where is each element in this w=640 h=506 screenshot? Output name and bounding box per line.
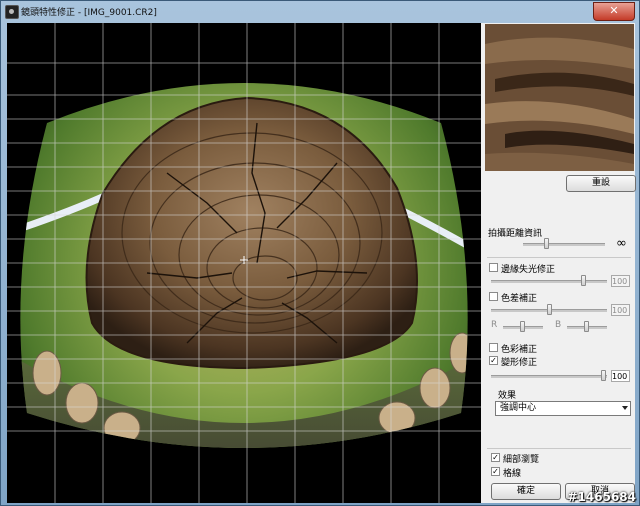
effect-label: 效果 <box>498 391 517 401</box>
distortion-track[interactable] <box>491 375 607 378</box>
peripheral-illumination-track[interactable] <box>491 280 607 283</box>
grid-checkbox[interactable]: ✓ <box>491 467 500 476</box>
checkmark-icon: ✓ <box>492 453 499 462</box>
chevron-down-icon <box>622 406 628 410</box>
distortion-checkbox[interactable]: ✓ <box>489 356 498 365</box>
fisheye-photo <box>7 23 481 503</box>
peripheral-illumination-value[interactable]: 100 <box>611 275 630 287</box>
chromatic-aberration-checkbox[interactable] <box>489 292 498 301</box>
dialog-client-area: 重設 拍攝距離資訊 ∞ 邊緣失光修正 100 色差補正 100 R B 色彩補正 <box>7 23 636 503</box>
detail-preview <box>485 24 634 171</box>
effect-selected-value: 強調中心 <box>500 403 537 413</box>
peripheral-illumination-checkbox[interactable] <box>489 263 498 272</box>
close-icon: ✕ <box>609 4 619 17</box>
b-channel-label: B <box>555 320 562 330</box>
effect-select[interactable]: 強調中心 <box>495 401 631 416</box>
detail-view-checkbox[interactable]: ✓ <box>491 453 500 462</box>
peripheral-illumination-thumb[interactable] <box>581 275 586 286</box>
shooting-distance-thumb[interactable] <box>544 238 549 249</box>
control-panel: 重設 拍攝距離資訊 ∞ 邊緣失光修正 100 色差補正 100 R B 色彩補正 <box>483 171 636 503</box>
r-channel-label: R <box>491 320 498 330</box>
shooting-distance-label: 拍攝距離資訊 <box>488 229 543 239</box>
window-title: 鏡頭特性修正 - [IMG_9001.CR2] <box>21 8 157 18</box>
grid-label: 格線 <box>503 469 522 479</box>
separator <box>487 257 631 258</box>
r-channel-thumb[interactable] <box>520 321 525 332</box>
chromatic-aberration-thumb[interactable] <box>547 304 552 315</box>
color-blur-checkbox[interactable] <box>489 343 498 352</box>
chromatic-aberration-label: 色差補正 <box>501 294 538 304</box>
ok-button[interactable]: 確定 <box>491 483 561 500</box>
detail-view-label: 細部瀏覽 <box>503 455 540 465</box>
distortion-label: 變形修正 <box>501 358 538 368</box>
checkmark-icon: ✓ <box>492 467 499 476</box>
camera-icon <box>5 5 19 19</box>
infinity-icon: ∞ <box>616 236 627 251</box>
checkmark-icon: ✓ <box>490 356 497 365</box>
title-bar[interactable]: 鏡頭特性修正 - [IMG_9001.CR2] ✕ <box>1 1 639 22</box>
separator <box>487 448 631 449</box>
shooting-distance-track[interactable] <box>523 243 605 246</box>
image-preview-area[interactable] <box>7 23 481 503</box>
watermark-id: #1465684 <box>567 490 636 504</box>
lens-correction-window: 鏡頭特性修正 - [IMG_9001.CR2] ✕ 重設 拍攝距離資訊 ∞ 邊緣… <box>0 0 640 506</box>
bark-texture-image <box>485 24 634 171</box>
peripheral-illumination-label: 邊緣失光修正 <box>501 265 556 275</box>
close-button[interactable]: ✕ <box>593 2 635 21</box>
reset-button[interactable]: 重設 <box>566 175 636 192</box>
color-blur-label: 色彩補正 <box>501 345 538 355</box>
distortion-thumb[interactable] <box>601 370 606 381</box>
chromatic-aberration-value[interactable]: 100 <box>611 304 630 316</box>
distortion-value[interactable]: 100 <box>611 370 630 382</box>
b-channel-thumb[interactable] <box>584 321 589 332</box>
